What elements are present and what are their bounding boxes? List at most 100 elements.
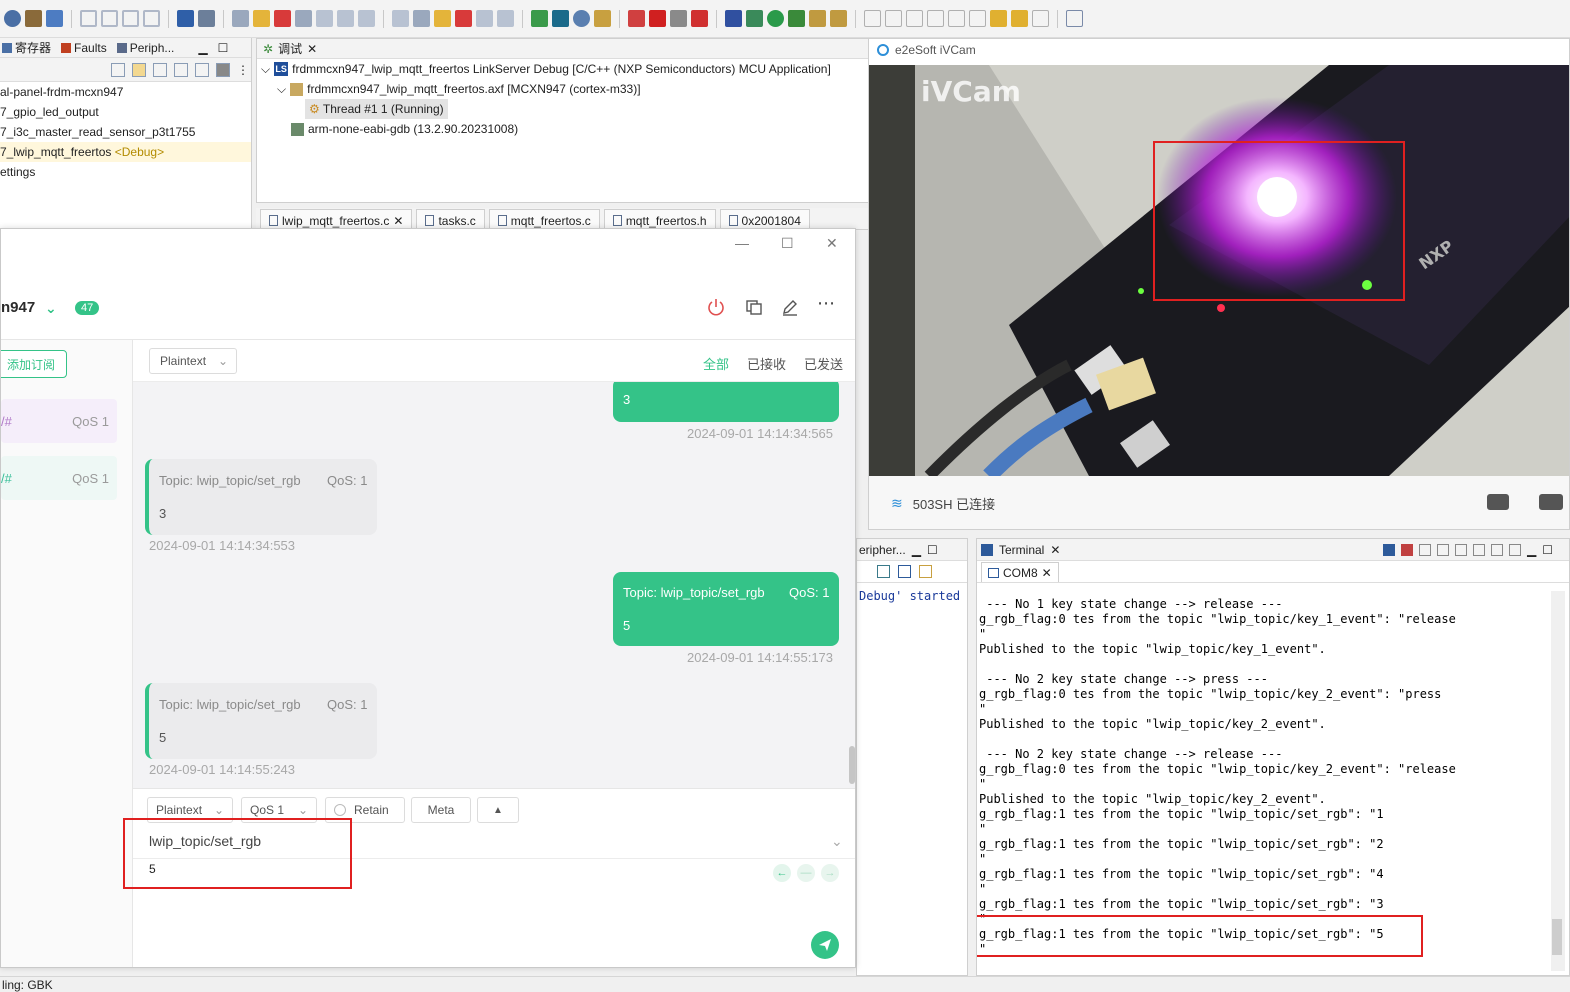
message-scroll-thumb[interactable] <box>849 746 855 784</box>
grid-icon[interactable] <box>174 62 188 77</box>
tree-item[interactable]: al-panel-frdm-mcxn947 <box>0 82 251 102</box>
view-menu-icon[interactable]: ⋮ <box>237 63 249 77</box>
profile-icon[interactable] <box>809 10 826 27</box>
edit-icon[interactable] <box>781 298 799 316</box>
tree-item[interactable]: 7_gpio_led_output <box>0 102 251 122</box>
editor-tab[interactable]: mqtt_freertos.h <box>603 209 716 229</box>
sync-icon[interactable] <box>195 62 209 77</box>
record-video-icon[interactable] <box>1539 494 1563 510</box>
expand-chevron-icon[interactable]: ⌵ <box>261 59 270 79</box>
maximize-icon[interactable]: ☐ <box>218 41 229 55</box>
terminate-all-icon[interactable] <box>455 10 472 27</box>
settings-icon[interactable] <box>746 10 763 27</box>
new-window-icon[interactable] <box>745 298 763 316</box>
history-forward-icon[interactable]: → <box>821 864 839 882</box>
minimize-icon[interactable]: ▁ <box>1527 543 1536 557</box>
tab-debug[interactable]: 调试 <box>278 40 302 57</box>
edit-icon[interactable] <box>864 10 881 27</box>
tab-com8[interactable]: COM8 ✕ <box>981 562 1059 582</box>
reset-icon[interactable] <box>691 10 708 27</box>
display-console-icon[interactable] <box>898 565 911 578</box>
axf-row[interactable]: ⌵ frdmmcxn947_lwip_mqtt_freertos.axf [MC… <box>257 79 869 99</box>
terminal-disconnect-icon[interactable] <box>1401 543 1413 556</box>
undo-icon[interactable] <box>80 10 97 27</box>
filter-received[interactable]: 已接收 <box>747 354 786 373</box>
new-console-icon[interactable] <box>877 565 890 578</box>
restart-icon[interactable] <box>413 10 430 27</box>
nav-back-icon[interactable] <box>1011 10 1028 27</box>
step-into-icon[interactable] <box>316 10 333 27</box>
tab-peripherals[interactable]: Periph... <box>116 41 174 55</box>
back-icon[interactable] <box>122 10 139 27</box>
editor-tab[interactable]: mqtt_freertos.c <box>488 209 600 229</box>
tree-item[interactable]: ettings <box>0 162 251 182</box>
minimize-window-button[interactable]: — <box>735 235 749 251</box>
send-button[interactable] <box>811 931 839 959</box>
nav-forward-icon[interactable] <box>1032 10 1049 27</box>
gui-flash-icon[interactable] <box>552 10 569 27</box>
terminal-new-icon[interactable] <box>1509 543 1521 556</box>
sent-message[interactable]: 3 <box>613 382 839 422</box>
tree-item-selected[interactable]: 7_lwip_mqtt_freertos <Debug> <box>0 142 251 162</box>
terminal-settings-icon[interactable] <box>1419 543 1431 556</box>
terminal-clear-icon[interactable] <box>1437 543 1449 556</box>
skip-breakpoints-icon[interactable] <box>198 10 215 27</box>
prev-annotation-icon[interactable] <box>969 10 986 27</box>
tab-peripherals[interactable]: eripher... <box>859 543 906 557</box>
last-edit-icon[interactable] <box>990 10 1007 27</box>
forward-icon[interactable] <box>143 10 160 27</box>
terminal-scroll-lock-icon[interactable] <box>1455 543 1467 556</box>
sent-message[interactable]: Topic: lwip_topic/set_rgb QoS: 1 5 <box>613 572 839 646</box>
run-icon[interactable] <box>767 10 784 27</box>
maximize-icon[interactable]: ☐ <box>927 543 938 557</box>
close-icon[interactable]: ✕ <box>307 42 317 56</box>
filter-sent[interactable]: 已发送 <box>804 354 843 373</box>
tab-terminal[interactable]: Terminal <box>999 543 1044 557</box>
minimize-icon[interactable]: ▁ <box>912 543 921 557</box>
terminal-scrollbar[interactable] <box>1551 591 1565 971</box>
editor-tab[interactable]: lwip_mqtt_freertos.c ✕ <box>260 209 413 229</box>
open-console-icon[interactable] <box>919 565 932 578</box>
disconnect-icon[interactable] <box>295 10 312 27</box>
suspend-icon[interactable] <box>253 10 270 27</box>
more-options-icon[interactable]: ⋯ <box>817 293 835 314</box>
coverage-icon[interactable] <box>788 10 805 27</box>
disconnect-all-icon[interactable] <box>476 10 493 27</box>
received-message[interactable]: Topic: lwip_topic/set_rgb QoS: 1 3 <box>145 459 377 535</box>
terminal-paste-icon[interactable] <box>1491 543 1503 556</box>
link-icon[interactable] <box>628 10 645 27</box>
link-editor-icon[interactable] <box>132 62 146 77</box>
resume-icon[interactable] <box>232 10 249 27</box>
meta-button[interactable]: Meta <box>411 797 471 823</box>
tab-registers[interactable]: 寄存器 <box>2 39 51 56</box>
globe-icon[interactable] <box>573 10 590 27</box>
erase-icon[interactable] <box>670 10 687 27</box>
terminal-copy-icon[interactable] <box>1473 543 1485 556</box>
expand-chevron-icon[interactable]: ⌵ <box>277 79 286 99</box>
history-reset-icon[interactable]: — <box>797 864 815 882</box>
boot-icon[interactable] <box>649 10 666 27</box>
collapse-all-icon[interactable] <box>111 62 125 77</box>
filter-icon[interactable] <box>153 62 167 77</box>
launch-row[interactable]: ⌵ LS frdmmcxn947_lwip_mqtt_freertos Link… <box>257 59 869 79</box>
next-annotation-icon[interactable] <box>948 10 965 27</box>
snapshot-camera-icon[interactable] <box>1487 494 1509 510</box>
whitespace-icon[interactable] <box>927 10 944 27</box>
flash-icon[interactable] <box>531 10 548 27</box>
close-icon[interactable]: ✕ <box>393 214 403 228</box>
open-perspective-icon[interactable] <box>1066 10 1083 27</box>
maximize-icon[interactable]: ☐ <box>1542 543 1553 557</box>
instruction-step-icon[interactable] <box>392 10 409 27</box>
connected-chevron-icon[interactable]: ⌄ <box>45 300 57 317</box>
history-back-icon[interactable]: ← <box>773 864 791 882</box>
minimize-icon[interactable]: ▁ <box>198 41 207 55</box>
terminal-scroll-thumb[interactable] <box>1552 919 1562 955</box>
close-icon[interactable]: ✕ <box>1042 566 1052 580</box>
close-icon[interactable]: ✕ <box>1050 543 1060 557</box>
add-subscription-button[interactable]: 添加订阅 <box>1 350 67 378</box>
terminal-icon[interactable] <box>177 10 194 27</box>
step-all-icon[interactable] <box>497 10 514 27</box>
gdb-row[interactable]: arm-none-eabi-gdb (13.2.90.20231008) <box>257 119 869 139</box>
suspend-all-icon[interactable] <box>434 10 451 27</box>
toggle-mark-icon[interactable] <box>885 10 902 27</box>
